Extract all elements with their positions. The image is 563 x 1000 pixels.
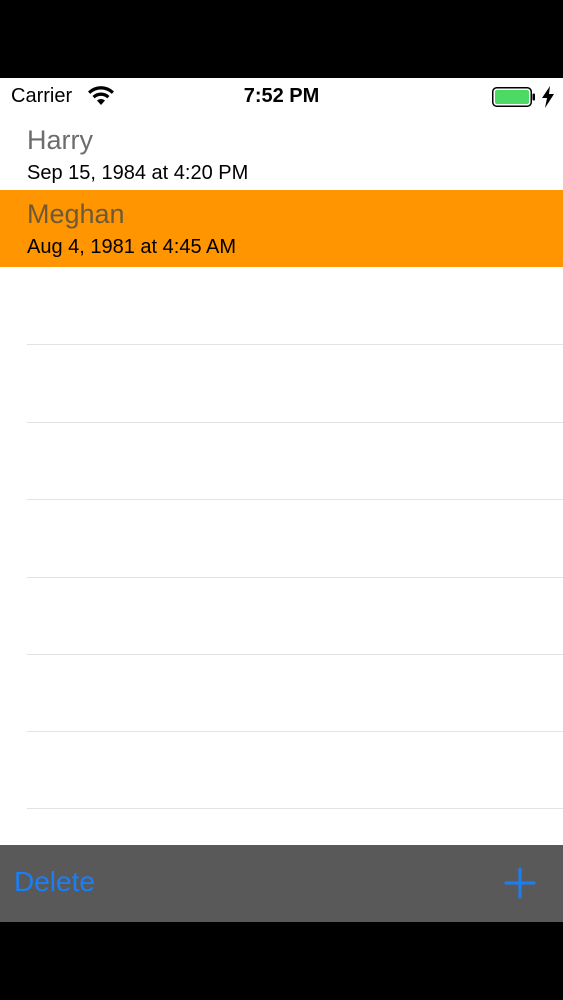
plus-icon[interactable] [500,863,540,903]
row-separator [27,577,563,578]
letterbox-top [0,0,563,78]
person-list: Harry Sep 15, 1984 at 4:20 PM Meghan Aug… [0,116,563,845]
row-separator [27,499,563,500]
row-separator [27,654,563,655]
list-item[interactable]: Harry Sep 15, 1984 at 4:20 PM [0,116,563,193]
list-item-date: Aug 4, 1981 at 4:45 AM [27,236,237,258]
list-item-date: Sep 15, 1984 at 4:20 PM [27,162,249,184]
row-separator [27,808,563,809]
app-screen: Carrier 7:52 PM Harry Sep 15, 1984 at 4:… [0,78,563,922]
bottom-toolbar: Delete [0,845,563,922]
list-item-name: Harry [27,125,93,155]
delete-button[interactable]: Delete [14,866,95,898]
letterbox-bottom [0,922,563,1000]
charging-bolt-icon [542,86,554,108]
row-separator [27,731,563,732]
list-item-selected[interactable]: Meghan Aug 4, 1981 at 4:45 AM [0,190,563,267]
row-separator [27,422,563,423]
battery-icon [492,87,535,107]
status-bar: Carrier 7:52 PM [0,78,563,116]
list-item-name: Meghan [27,199,125,229]
row-separator [27,344,563,345]
status-time: 7:52 PM [243,85,320,107]
